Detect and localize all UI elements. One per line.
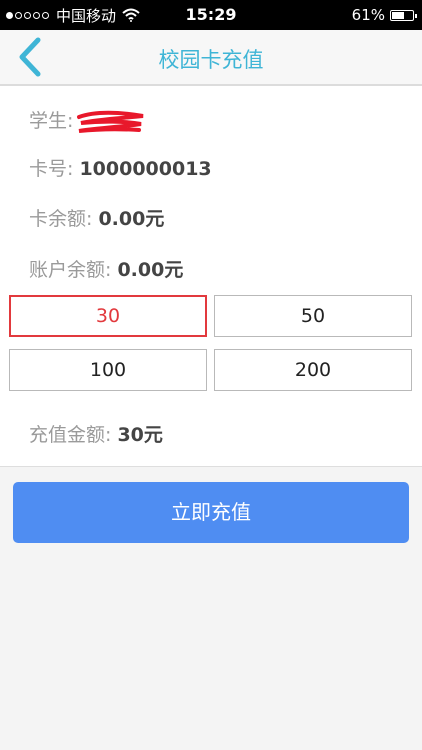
account-balance-label: 账户余额:	[29, 259, 118, 281]
card-balance-label: 卡余额:	[29, 208, 99, 230]
amount-option-30[interactable]: 30	[9, 295, 207, 337]
battery-icon	[390, 9, 417, 21]
status-right: 61%	[351, 5, 417, 25]
nav-bar: 校园卡充值	[0, 30, 422, 86]
recharge-amount-unit: 元	[143, 424, 163, 446]
card-balance-value: 0.00	[98, 208, 146, 230]
card-balance-unit: 元	[145, 208, 165, 230]
card-number-value: 1000000013	[79, 158, 212, 180]
recharge-card: 学生: 卡号: 1000000013 卡余额: 0.00元 账户余额: 0.00…	[0, 86, 422, 467]
amount-option-50[interactable]: 50	[214, 295, 412, 337]
recharge-amount-row: 充值金额: 30元	[29, 420, 163, 447]
recharge-now-button[interactable]: 立即充值	[13, 482, 409, 543]
status-bar: 中国移动 15:29 61%	[0, 0, 422, 30]
recharge-amount-value: 30	[117, 424, 144, 446]
card-number-label: 卡号:	[29, 158, 80, 180]
amount-option-200[interactable]: 200	[214, 349, 412, 391]
page-title: 校园卡充值	[158, 48, 264, 72]
card-balance-row: 卡余额: 0.00元	[29, 204, 164, 231]
recharge-amount-label: 充值金额:	[29, 424, 118, 446]
redacted-scribble	[77, 110, 144, 133]
card-number-row: 卡号: 1000000013	[29, 154, 212, 181]
student-label: 学生:	[29, 110, 74, 132]
account-balance-unit: 元	[164, 259, 184, 281]
account-balance-row: 账户余额: 0.00元	[29, 255, 183, 282]
student-row: 学生:	[29, 106, 147, 135]
amount-option-100[interactable]: 100	[9, 349, 207, 391]
battery-percent: 61%	[351, 6, 385, 24]
account-balance-value: 0.00	[117, 259, 165, 281]
